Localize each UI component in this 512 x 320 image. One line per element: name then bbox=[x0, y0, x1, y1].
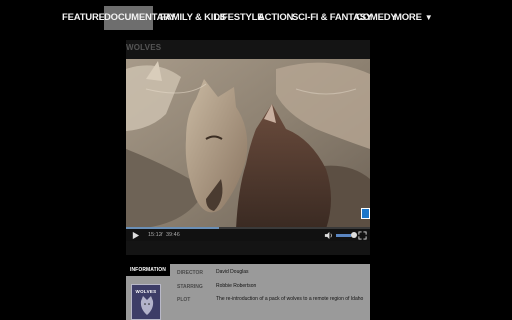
nav-more-label: MORE bbox=[394, 12, 422, 23]
starring-label: STARRING bbox=[177, 284, 203, 290]
nav-item-scifi-fantasy[interactable]: SCI-FI & FANTASY bbox=[292, 6, 372, 30]
category-nav: FEATURED DOCUMENTARY FAMILY & KIDS LIFES… bbox=[0, 0, 512, 36]
volume-icon[interactable] bbox=[324, 231, 333, 240]
volume-knob[interactable] bbox=[351, 232, 357, 238]
play-icon[interactable] bbox=[131, 231, 140, 240]
chevron-down-icon: ▼ bbox=[424, 13, 433, 22]
nav-item-featured[interactable]: FEATURED bbox=[62, 6, 112, 30]
starring-value: Robbie Robertson bbox=[216, 283, 257, 289]
video-title: WOLVES bbox=[126, 43, 162, 52]
nav-item-family-kids[interactable]: FAMILY & KIDS bbox=[160, 6, 226, 30]
nav-item-lifestyle[interactable]: LIFESTYLE bbox=[214, 6, 264, 30]
movie-poster[interactable]: WOLVES bbox=[131, 284, 161, 320]
director-label: DIRECTOR bbox=[177, 270, 204, 276]
nav-item-action[interactable]: ACTION bbox=[258, 6, 293, 30]
volume-level bbox=[336, 234, 351, 237]
video-frame[interactable] bbox=[126, 59, 370, 229]
nav-item-more[interactable]: MORE ▼ bbox=[394, 6, 433, 30]
fullscreen-icon[interactable] bbox=[358, 231, 367, 240]
duration: 39:46 bbox=[166, 232, 180, 238]
wolf-poster-image bbox=[140, 296, 154, 315]
nav-item-comedy[interactable]: COMEDY bbox=[356, 6, 397, 30]
current-time: 15:12 bbox=[148, 232, 162, 238]
tab-information[interactable]: INFORMATION bbox=[126, 264, 170, 276]
plot-label: PLOT bbox=[177, 297, 191, 303]
wolves-video-still bbox=[126, 59, 370, 229]
nav-item-documentary[interactable]: DOCUMENTARY bbox=[104, 6, 176, 30]
expand-sidebar-icon[interactable] bbox=[361, 208, 370, 219]
time-separator: / bbox=[161, 232, 163, 238]
director-value: David Douglas bbox=[216, 269, 249, 275]
plot-value: The re-introduction of a pack of wolves … bbox=[216, 296, 364, 302]
